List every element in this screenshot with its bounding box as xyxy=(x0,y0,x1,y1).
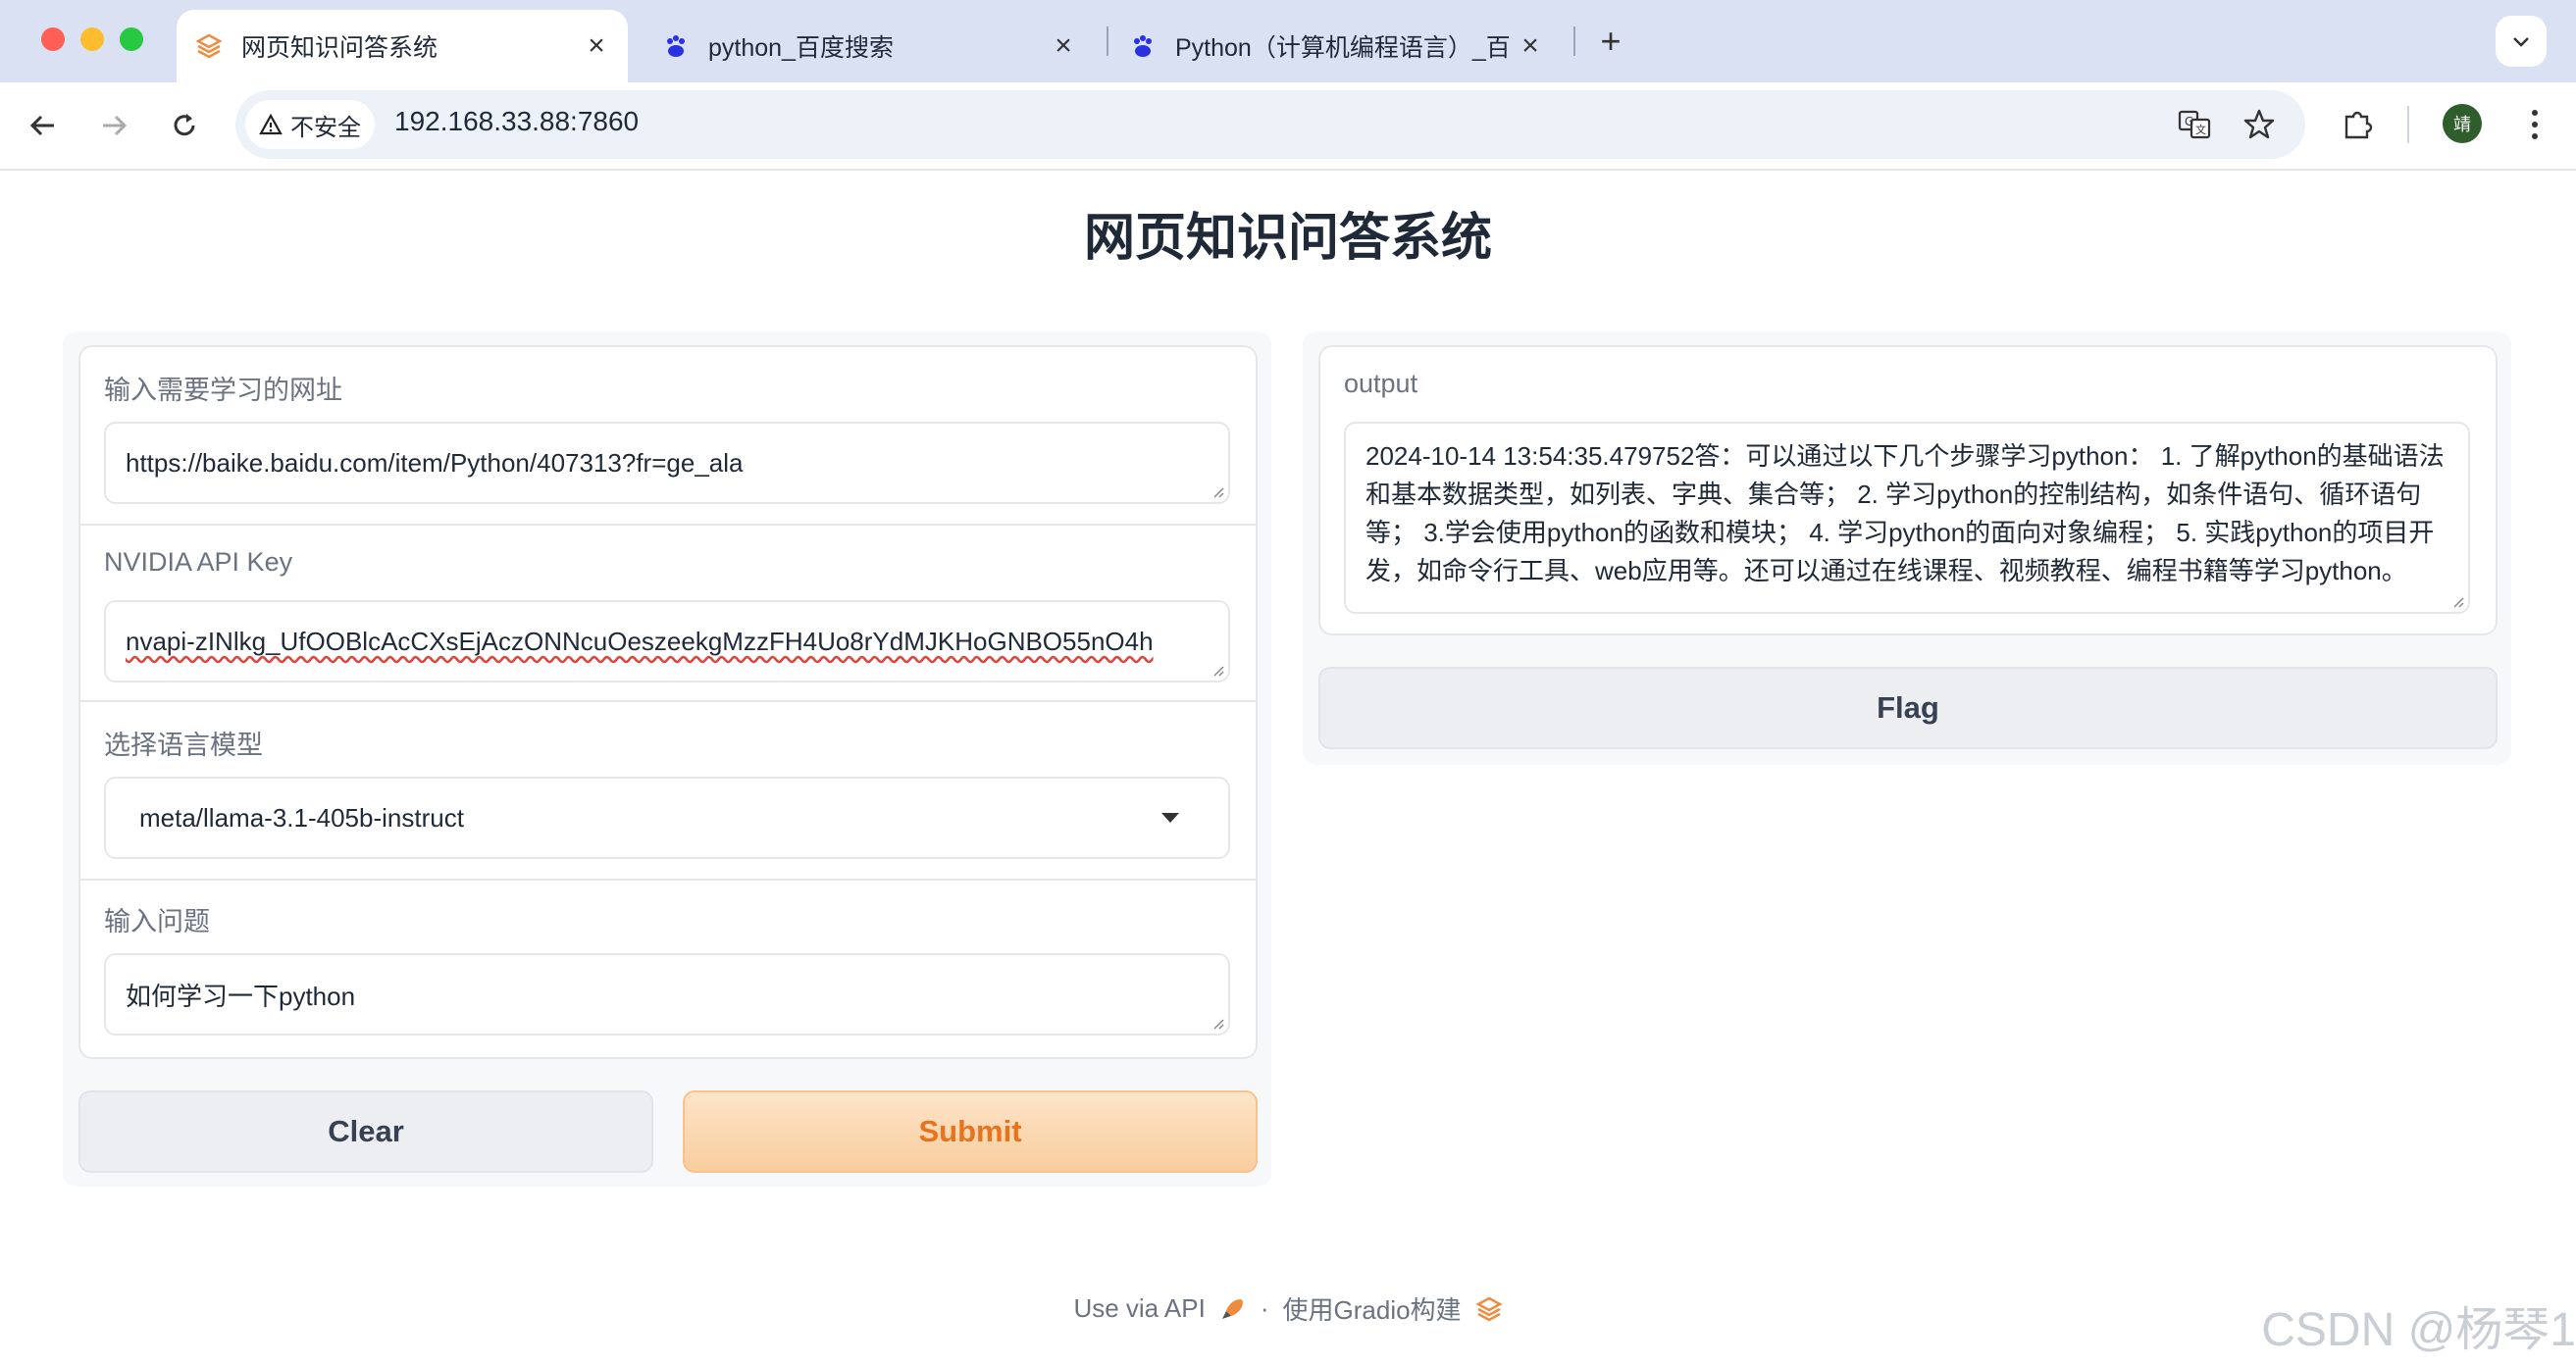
reload-icon xyxy=(174,114,195,136)
svg-text:G: G xyxy=(2185,115,2193,128)
maximize-window-button[interactable] xyxy=(120,27,143,51)
model-select-label: 选择语言模型 xyxy=(104,731,263,760)
caret-down-icon xyxy=(1161,813,1179,823)
resize-handle-icon[interactable] xyxy=(2448,592,2464,608)
api-key-value: nvapi-zINlkg_UfOOBlcAcCXsEjAczONNcuOesze… xyxy=(126,626,1154,656)
extensions-button[interactable] xyxy=(2337,104,2378,145)
security-chip[interactable]: 不安全 xyxy=(245,100,375,149)
tab-search-button[interactable] xyxy=(2496,16,2547,67)
baidu-paw-icon xyxy=(1128,31,1158,61)
back-button[interactable] xyxy=(20,102,67,149)
question-input-value: 如何学习一下python xyxy=(126,981,356,1011)
tab-baidu-search[interactable]: python_百度搜索 × xyxy=(644,10,1095,82)
close-tab-icon[interactable]: × xyxy=(1046,28,1081,64)
csdn-watermark: CSDN @杨琴1 xyxy=(2261,1304,2576,1356)
translate-icon: G文 xyxy=(2178,110,2211,139)
url-input-label: 输入需要学习的网址 xyxy=(104,376,342,405)
question-input[interactable]: 如何学习一下python xyxy=(104,953,1230,1036)
flag-button[interactable]: Flag xyxy=(1318,667,2498,749)
forward-button[interactable] xyxy=(90,102,137,149)
model-dropdown[interactable]: meta/llama-3.1-405b-instruct xyxy=(104,777,1230,859)
footer-separator: · xyxy=(1260,1293,1269,1323)
arrow-left-icon xyxy=(29,115,54,136)
baidu-paw-icon xyxy=(661,31,691,61)
tab-baidu-baike[interactable]: Python（计算机编程语言）_百 × xyxy=(1110,10,1562,82)
submit-button[interactable]: Submit xyxy=(683,1090,1258,1173)
profile-avatar[interactable]: 靖 xyxy=(2443,104,2482,143)
minimize-window-button[interactable] xyxy=(80,27,104,51)
reload-button[interactable] xyxy=(161,102,208,149)
warning-icon xyxy=(259,113,283,136)
model-selected-value: meta/llama-3.1-405b-instruct xyxy=(139,802,464,833)
arrow-right-icon xyxy=(103,115,128,136)
use-via-api-link[interactable]: Use via API xyxy=(1073,1293,1205,1324)
puzzle-icon xyxy=(2344,111,2373,139)
chevron-down-icon xyxy=(2513,37,2529,47)
gradio-icon xyxy=(1474,1296,1503,1321)
toolbar-divider xyxy=(2407,106,2409,143)
bookmark-button[interactable] xyxy=(2239,104,2280,145)
api-key-label: NVIDIA API Key xyxy=(104,547,293,577)
resize-handle-icon[interactable] xyxy=(1209,661,1224,677)
page-title: 网页知识问答系统 xyxy=(1083,210,1492,267)
resize-handle-icon[interactable] xyxy=(1209,1014,1224,1030)
built-with-gradio-link[interactable]: 使用Gradio构建 xyxy=(1283,1290,1462,1327)
url-input[interactable]: https://baike.baidu.com/item/Python/4073… xyxy=(104,422,1230,504)
close-tab-icon[interactable]: × xyxy=(579,28,614,64)
footer: Use via API · 使用Gradio构建 xyxy=(0,1290,2576,1327)
svg-text:文: 文 xyxy=(2195,123,2206,136)
output-textarea[interactable]: 2024-10-14 13:54:35.479752答：可以通过以下几个步骤学习… xyxy=(1344,422,2470,614)
url-text[interactable]: 192.168.33.88:7860 xyxy=(394,106,639,137)
star-icon xyxy=(2243,109,2275,139)
question-input-label: 输入问题 xyxy=(104,907,210,936)
kebab-menu-icon xyxy=(2532,110,2538,116)
browser-menu-button[interactable] xyxy=(2517,102,2552,147)
security-label: 不安全 xyxy=(290,114,361,141)
close-window-button[interactable] xyxy=(41,27,65,51)
tab-title: python_百度搜索 xyxy=(708,34,894,62)
gradio-icon xyxy=(194,31,224,61)
tab-divider xyxy=(1107,26,1108,56)
output-label: output xyxy=(1344,369,1418,398)
close-tab-icon[interactable]: × xyxy=(1513,28,1548,64)
resize-handle-icon[interactable] xyxy=(1209,482,1224,498)
tab-title: Python（计算机编程语言）_百 xyxy=(1175,34,1511,62)
new-tab-button[interactable]: + xyxy=(1589,20,1632,63)
url-input-value: https://baike.baidu.com/item/Python/4073… xyxy=(126,447,744,478)
tab-divider xyxy=(1573,26,1575,56)
output-text: 2024-10-14 13:54:35.479752答：可以通过以下几个步骤学习… xyxy=(1365,441,2445,585)
rocket-icon xyxy=(1221,1298,1243,1319)
tab-active[interactable]: 网页知识问答系统 × xyxy=(177,10,628,82)
clear-button[interactable]: Clear xyxy=(78,1090,653,1173)
translate-button[interactable]: G文 xyxy=(2174,104,2215,145)
tab-title: 网页知识问答系统 xyxy=(241,34,438,62)
api-key-input[interactable]: nvapi-zINlkg_UfOOBlcAcCXsEjAczONNcuOesze… xyxy=(104,600,1230,682)
